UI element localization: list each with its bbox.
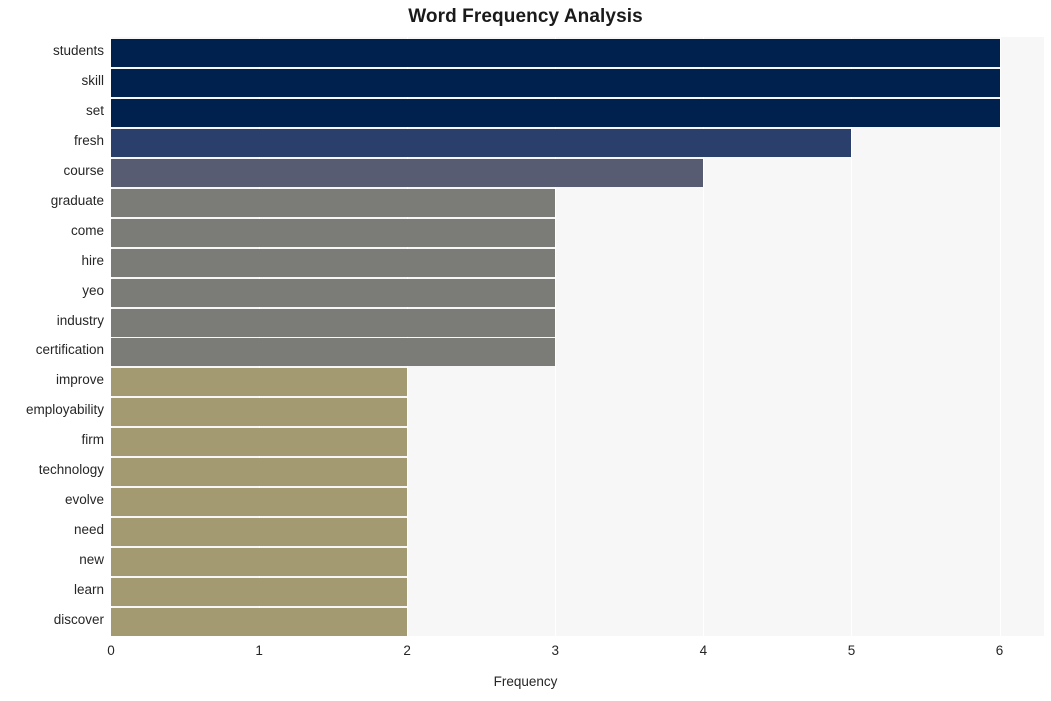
bar-row — [111, 578, 1044, 607]
bar-row — [111, 518, 1044, 547]
y-tick-label: course — [63, 162, 104, 178]
plot-area — [111, 37, 1044, 637]
bar-row — [111, 218, 1044, 247]
bar[interactable] — [111, 578, 408, 607]
bar[interactable] — [111, 218, 556, 247]
bar-row — [111, 158, 1044, 187]
bar[interactable] — [111, 68, 1000, 97]
bar[interactable] — [111, 248, 556, 277]
y-tick-label: employability — [25, 402, 104, 418]
y-tick-label: fresh — [73, 132, 104, 148]
bar-row — [111, 428, 1044, 457]
bar-row — [111, 98, 1044, 127]
y-tick-label: industry — [56, 312, 104, 328]
y-tick-label: technology — [38, 462, 104, 478]
x-axis-tick-labels: 0 1 2 3 4 5 6 — [0, 643, 1051, 667]
x-tick-label: 5 — [847, 643, 856, 658]
y-tick-label: students — [52, 42, 104, 58]
y-tick-label: improve — [55, 372, 104, 388]
x-tick-label: 4 — [699, 643, 708, 658]
bar-row — [111, 368, 1044, 397]
bar[interactable] — [111, 338, 556, 367]
bar[interactable] — [111, 608, 408, 637]
bar[interactable] — [111, 188, 556, 217]
bar-row — [111, 458, 1044, 487]
bar-row — [111, 488, 1044, 517]
bar-row — [111, 68, 1044, 97]
y-tick-label: discover — [53, 612, 104, 628]
bar-row — [111, 248, 1044, 277]
y-tick-label: new — [79, 552, 104, 568]
chart-title: Word Frequency Analysis — [408, 6, 643, 27]
bar[interactable] — [111, 128, 852, 157]
y-tick-label: yeo — [82, 282, 104, 298]
chart-figure: Word Frequency Analysis students skill set… — [0, 0, 1051, 701]
x-tick-label: 0 — [107, 643, 115, 658]
bar-row — [111, 128, 1044, 157]
x-tick-label: 6 — [995, 643, 1004, 658]
bar-row — [111, 188, 1044, 217]
y-tick-label: certification — [35, 342, 104, 358]
bar[interactable] — [111, 518, 408, 547]
x-tick-label: 3 — [551, 643, 560, 658]
y-tick-label: graduate — [50, 192, 104, 208]
bar[interactable] — [111, 458, 408, 487]
bar-row — [111, 38, 1044, 67]
bar[interactable] — [111, 98, 1000, 127]
y-tick-label: hire — [81, 252, 104, 268]
x-tick-label: 1 — [255, 643, 263, 658]
bar[interactable] — [111, 398, 408, 427]
y-tick-label: come — [70, 222, 104, 238]
y-tick-label: firm — [81, 432, 105, 448]
bar-row — [111, 278, 1044, 307]
y-tick-label: evolve — [64, 492, 104, 508]
bar[interactable] — [111, 548, 408, 577]
bar-row — [111, 308, 1044, 337]
bar-row — [111, 398, 1044, 427]
bar[interactable] — [111, 278, 556, 307]
y-tick-label: skill — [81, 72, 105, 88]
y-tick-label: learn — [73, 582, 104, 598]
bar[interactable] — [111, 368, 408, 397]
bar[interactable] — [111, 428, 408, 457]
bar-row — [111, 608, 1044, 637]
bar[interactable] — [111, 38, 1000, 67]
bar-row — [111, 548, 1044, 577]
bar[interactable] — [111, 158, 704, 187]
x-tick-label: 2 — [403, 643, 411, 658]
y-tick-label: need — [73, 522, 104, 538]
y-axis-tick-labels: students skill set fresh course graduate come h… — [0, 37, 104, 636]
y-tick-label: set — [85, 102, 104, 118]
x-axis-title: Frequency — [493, 674, 558, 689]
bar[interactable] — [111, 308, 556, 337]
bar-row — [111, 338, 1044, 367]
bar[interactable] — [111, 488, 408, 517]
